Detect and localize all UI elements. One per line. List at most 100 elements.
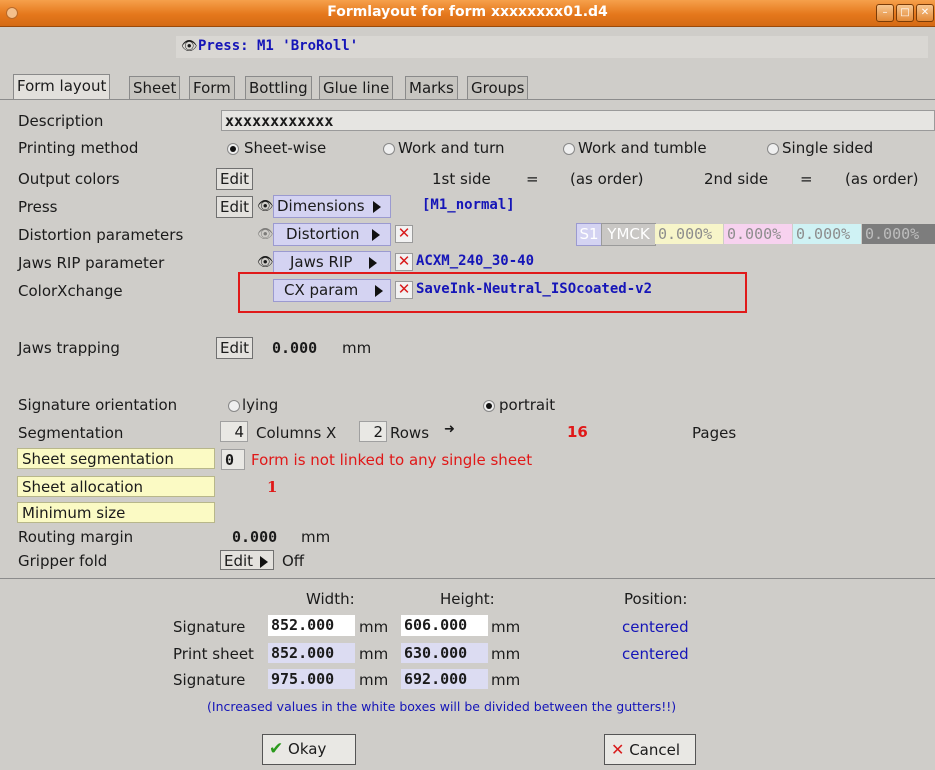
signature-width-input[interactable]: 852.000	[268, 615, 355, 636]
pages-count: 16	[567, 423, 588, 441]
radio-work-and-turn[interactable]	[383, 143, 395, 155]
distortion-button[interactable]: Distortion	[273, 223, 391, 246]
second-side-equals: =	[800, 170, 813, 188]
position-header: Position:	[624, 590, 688, 608]
signature-total-width: 975.000	[268, 669, 355, 689]
print-sheet-position[interactable]: centered	[622, 645, 689, 663]
description-label: Description	[18, 112, 104, 130]
printing-method-label: Printing method	[18, 139, 139, 157]
description-input[interactable]: xxxxxxxxxxxx	[221, 110, 935, 131]
tab-bottling[interactable]: Bottling	[245, 76, 312, 99]
sheet-segmentation-button[interactable]: Sheet segmentation	[17, 448, 215, 469]
signature-position[interactable]: centered	[622, 618, 689, 636]
tab-divider	[0, 99, 935, 100]
gripper-fold-label: Gripper fold	[18, 552, 108, 570]
distortion-value-y[interactable]: 0.000%	[655, 224, 723, 244]
tab-glue-line[interactable]: Glue line	[319, 76, 394, 99]
distortion-value-k[interactable]: 0.000%	[862, 224, 935, 244]
tab-form-layout[interactable]: Form layout	[13, 74, 111, 100]
output-colors-edit-button[interactable]: Edit	[216, 168, 254, 190]
tab-sheet[interactable]: Sheet	[129, 76, 181, 99]
jaws-trapping-unit: mm	[342, 339, 372, 357]
output-colors-label: Output colors	[18, 170, 120, 188]
minimize-button[interactable]: –	[876, 4, 894, 22]
signature-total-width-unit: mm	[359, 671, 389, 689]
gripper-fold-edit-label: Edit	[224, 552, 254, 570]
cancel-button[interactable]: ✕ Cancel	[604, 734, 696, 765]
first-side-equals: =	[526, 170, 539, 188]
distortion-eye-icon[interactable]: 👁	[257, 227, 274, 242]
dimensions-button[interactable]: Dimensions	[273, 195, 391, 218]
jaws-rip-value: ACXM_240_30-40	[416, 253, 535, 269]
colorxchange-label: ColorXchange	[18, 282, 123, 300]
cx-param-button-label: CX param	[284, 281, 359, 299]
signature-width-unit: mm	[359, 618, 389, 636]
maximize-button[interactable]: □	[896, 4, 914, 22]
radio-single-sided[interactable]	[767, 143, 779, 155]
cx-param-clear-icon[interactable]: ✕	[395, 281, 413, 299]
eye-icon[interactable]: 👁	[181, 39, 198, 54]
jaws-trapping-edit-button[interactable]: Edit	[216, 337, 254, 359]
tab-form[interactable]: Form	[189, 76, 235, 99]
window-title: Formlayout for form xxxxxxxx01.d4	[327, 4, 608, 20]
press-edit-button[interactable]: Edit	[216, 196, 254, 218]
print-sheet-label: Print sheet	[173, 645, 254, 663]
radio-lying[interactable]	[228, 400, 240, 412]
jaws-trapping-label: Jaws trapping	[18, 339, 120, 357]
signature-height-input[interactable]: 606.000	[401, 615, 488, 636]
gripper-fold-edit-button[interactable]: Edit	[220, 550, 274, 570]
cancel-x-icon: ✕	[611, 740, 625, 759]
dimensions-arrow-icon	[373, 200, 382, 213]
distortion-button-label: Distortion	[286, 225, 360, 243]
print-sheet-height-input[interactable]: 630.000	[401, 643, 488, 663]
s1-button[interactable]: S1	[576, 223, 602, 246]
sheet-allocation-button[interactable]: Sheet allocation	[17, 476, 215, 497]
pages-label: Pages	[692, 424, 737, 442]
cx-param-button[interactable]: CX param	[273, 279, 391, 302]
routing-margin-label: Routing margin	[18, 528, 134, 546]
distortion-clear-icon[interactable]: ✕	[395, 225, 413, 243]
jaws-rip-label: Jaws RIP parameter	[18, 254, 165, 272]
distortion-label: Distortion parameters	[18, 226, 184, 244]
close-button[interactable]: ✕	[916, 4, 934, 22]
jaws-rip-button[interactable]: Jaws RIP	[273, 251, 391, 274]
cx-param-arrow-icon	[374, 284, 383, 297]
gutter-note: (Increased values in the white boxes wil…	[207, 699, 677, 714]
sheet-allocation-value: 1	[267, 478, 278, 496]
jaws-rip-clear-icon[interactable]: ✕	[395, 253, 413, 271]
first-side-value: (as order)	[570, 170, 644, 188]
radio-portrait[interactable]	[483, 400, 495, 412]
jaws-rip-arrow-icon	[369, 256, 378, 269]
ymck-button[interactable]: YMCK	[601, 223, 656, 246]
section-divider	[0, 578, 935, 579]
okay-button[interactable]: ✔ Okay	[262, 734, 356, 765]
jaws-rip-eye-icon[interactable]: 👁	[257, 255, 274, 270]
press-title: Press: M1 'BroRoll'	[198, 38, 359, 54]
arrow-right-icon: ➜	[444, 422, 455, 437]
press-eye-icon[interactable]: 👁	[257, 199, 274, 214]
checkmark-icon: ✔	[269, 739, 284, 759]
lying-label: lying	[242, 396, 279, 414]
print-sheet-width-unit: mm	[359, 645, 389, 663]
routing-margin-value: 0.000	[232, 528, 278, 546]
signature-total-height-unit: mm	[491, 671, 521, 689]
tab-groups[interactable]: Groups	[467, 76, 529, 99]
tab-marks[interactable]: Marks	[405, 76, 458, 99]
rows-input[interactable]: 2	[359, 421, 387, 442]
columns-input[interactable]: 4	[220, 421, 248, 442]
print-sheet-width-input[interactable]: 852.000	[268, 643, 355, 663]
sheet-wise-label: Sheet-wise	[244, 139, 327, 157]
radio-sheet-wise[interactable]	[227, 143, 239, 155]
distortion-value-m[interactable]: 0.000%	[724, 224, 792, 244]
cancel-button-label: Cancel	[629, 741, 681, 759]
signature-orientation-label: Signature orientation	[18, 396, 178, 414]
jaws-trapping-value: 0.000	[272, 339, 318, 357]
gripper-fold-arrow-icon	[259, 555, 268, 568]
radio-work-and-tumble[interactable]	[563, 143, 575, 155]
second-side-value: (as order)	[845, 170, 919, 188]
minimum-size-button[interactable]: Minimum size	[17, 502, 215, 523]
sheet-segmentation-message: Form is not linked to any single sheet	[251, 451, 533, 469]
print-sheet-height-unit: mm	[491, 645, 521, 663]
distortion-value-c[interactable]: 0.000%	[793, 224, 861, 244]
sheet-segmentation-value[interactable]: 0	[221, 449, 245, 470]
